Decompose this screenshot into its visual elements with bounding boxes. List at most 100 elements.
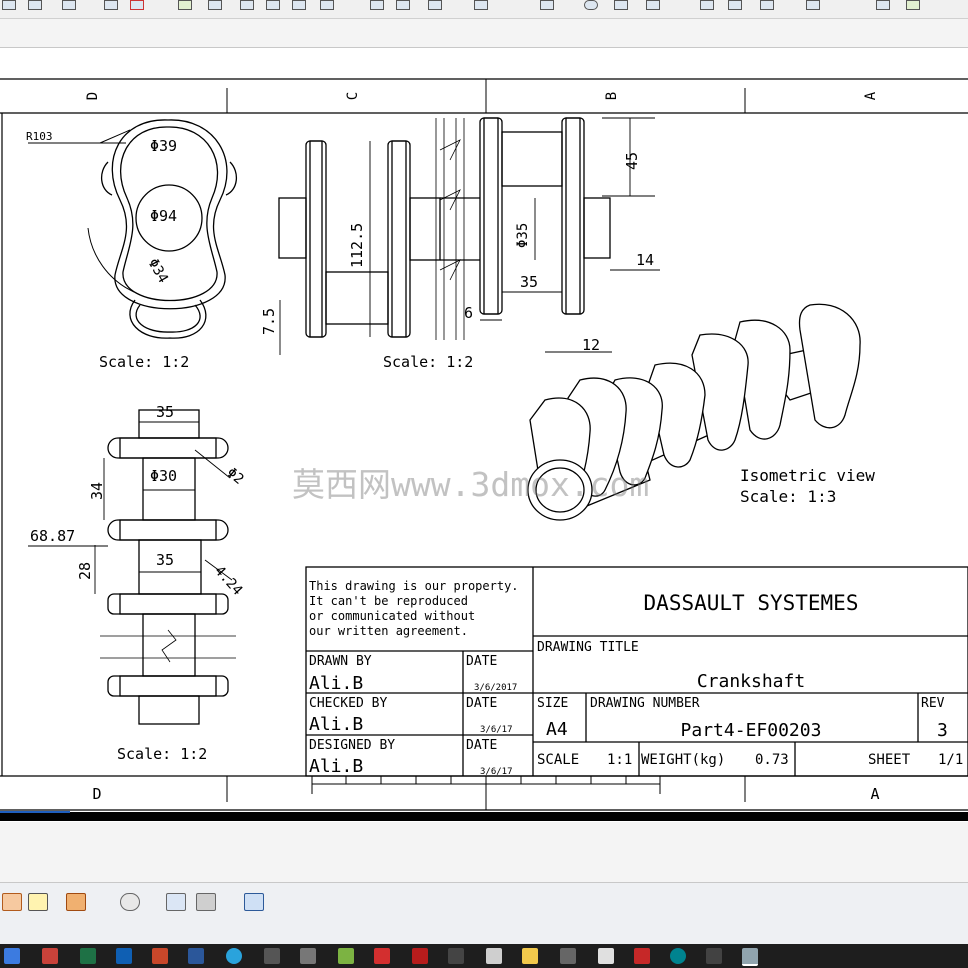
left-view[interactable] [28, 119, 237, 339]
zoom-icon[interactable] [178, 0, 192, 10]
designed-date-label: DATE [466, 738, 497, 753]
dim-35-front: 35 [520, 273, 538, 291]
image-icon[interactable] [300, 948, 316, 964]
checked-by-label: CHECKED BY [309, 696, 387, 711]
app-icon-2[interactable] [598, 948, 614, 964]
pan-icon[interactable] [208, 0, 222, 10]
property-note-line: It can't be reproduced [309, 594, 468, 608]
company-name: DASSAULT SYSTEMES [644, 591, 859, 615]
drawn-by-label: DRAWN BY [309, 654, 372, 669]
constraint-icon[interactable] [120, 893, 140, 911]
designed-date-value: 3/6/17 [480, 767, 513, 777]
outlook-icon[interactable] [116, 948, 132, 964]
start-icon[interactable] [4, 948, 20, 964]
zone-label-top: D [85, 92, 101, 100]
copy-icon[interactable] [474, 0, 488, 10]
size-value: A4 [546, 719, 568, 740]
dim-phi34: Φ34 [145, 256, 172, 286]
circle-icon[interactable] [584, 0, 598, 10]
property-note-line: our written agreement. [309, 624, 468, 638]
app-icon-4[interactable] [706, 948, 722, 964]
iso-view-scale: Scale: 1:3 [740, 487, 836, 506]
arrow-icon[interactable] [130, 0, 144, 10]
dim-phi2: Φ2 [223, 465, 246, 488]
checked-date-label: DATE [466, 696, 497, 711]
dim-35-top-b: 35 [156, 551, 174, 569]
rotate-icon[interactable] [240, 0, 254, 10]
layer-icon[interactable] [728, 0, 742, 10]
measure-icon[interactable] [292, 0, 306, 10]
dim-68-87: 68.87 [30, 527, 75, 545]
excel-icon[interactable] [80, 948, 96, 964]
designed-by-value: Ali.B [309, 756, 363, 777]
watermark-text: 莫西网www.3dmox.com [292, 465, 649, 504]
iso-view-title: Isometric view [740, 466, 875, 485]
drawing-number-label: DRAWING NUMBER [590, 696, 700, 711]
catia-icon[interactable] [374, 948, 390, 964]
dim-35-top: 35 [156, 403, 174, 421]
network-icon[interactable] [448, 948, 464, 964]
measure-tool-icon[interactable] [166, 893, 186, 911]
line-icon[interactable] [396, 0, 410, 10]
window-icon[interactable] [876, 0, 890, 10]
property-note-line: This drawing is our property. [309, 579, 519, 593]
app-icon-3[interactable] [634, 948, 650, 964]
snap-icon[interactable] [540, 0, 554, 10]
checked-date-value: 3/6/17 [480, 725, 513, 735]
view-icon[interactable] [266, 0, 280, 10]
settings-icon[interactable] [806, 0, 820, 10]
app-icon-1[interactable] [42, 948, 58, 964]
checked-by-value: Ali.B [309, 714, 363, 735]
open-icon[interactable] [28, 0, 42, 10]
dim-112-5: 112.5 [348, 223, 366, 268]
word-icon[interactable] [188, 948, 204, 964]
toolbar-spacer [0, 19, 968, 48]
dimension-tool-icon[interactable] [2, 893, 22, 911]
dim-phi30: Φ30 [150, 467, 177, 485]
dim-34: 34 [88, 482, 106, 500]
grid-icon[interactable] [700, 0, 714, 10]
dim-7-5: 7.5 [260, 308, 278, 335]
select-icon[interactable] [104, 0, 118, 10]
section-icon[interactable] [370, 0, 384, 10]
weight-value: 0.73 [755, 752, 789, 768]
print-icon[interactable] [196, 893, 216, 911]
drawn-date-value: 3/6/2017 [474, 683, 517, 693]
save-icon[interactable] [62, 0, 76, 10]
geometry-tool-icon[interactable] [28, 893, 48, 911]
rectangle-icon[interactable] [614, 0, 628, 10]
acrobat-icon[interactable] [412, 948, 428, 964]
rev-label: REV [921, 696, 945, 711]
drawing-number-value: Part4-EF00203 [681, 720, 822, 741]
folder-icon[interactable] [522, 948, 538, 964]
help-icon[interactable] [906, 0, 920, 10]
undo-icon[interactable] [428, 0, 442, 10]
table-icon[interactable] [760, 0, 774, 10]
sheet-value: 1/1 [938, 752, 963, 768]
powerpoint-icon[interactable] [152, 948, 168, 964]
dim-14: 14 [636, 251, 654, 269]
drawing-canvas[interactable]: D C B A D A R103 Φ39 Φ94 Φ34 Scale: 1:2 [0, 48, 968, 880]
audio-icon[interactable] [560, 948, 576, 964]
top-view[interactable] [28, 409, 236, 725]
drawing-title-value: Crankshaft [697, 671, 805, 692]
top-view-scale: Scale: 1:2 [117, 745, 207, 763]
left-view-scale: Scale: 1:2 [99, 353, 189, 371]
new-icon[interactable] [2, 0, 16, 10]
archive-icon[interactable] [670, 948, 686, 964]
notepad-icon[interactable] [486, 948, 502, 964]
telegram-icon[interactable] [226, 948, 242, 964]
designed-by-label: DESIGNED BY [309, 738, 395, 753]
calculator-icon[interactable] [264, 948, 280, 964]
spline-icon[interactable] [646, 0, 660, 10]
view-3d-icon[interactable] [244, 893, 264, 911]
dimension-icon[interactable] [320, 0, 334, 10]
status-bar [0, 920, 968, 944]
taskbar [0, 944, 968, 968]
weight-label: WEIGHT(kg) [641, 752, 725, 768]
zone-label-top: A [863, 91, 879, 100]
android-icon[interactable] [338, 948, 354, 964]
zone-label-bottom: A [870, 785, 879, 803]
annotation-icon[interactable] [66, 893, 86, 911]
active-app-icon[interactable] [742, 948, 758, 966]
